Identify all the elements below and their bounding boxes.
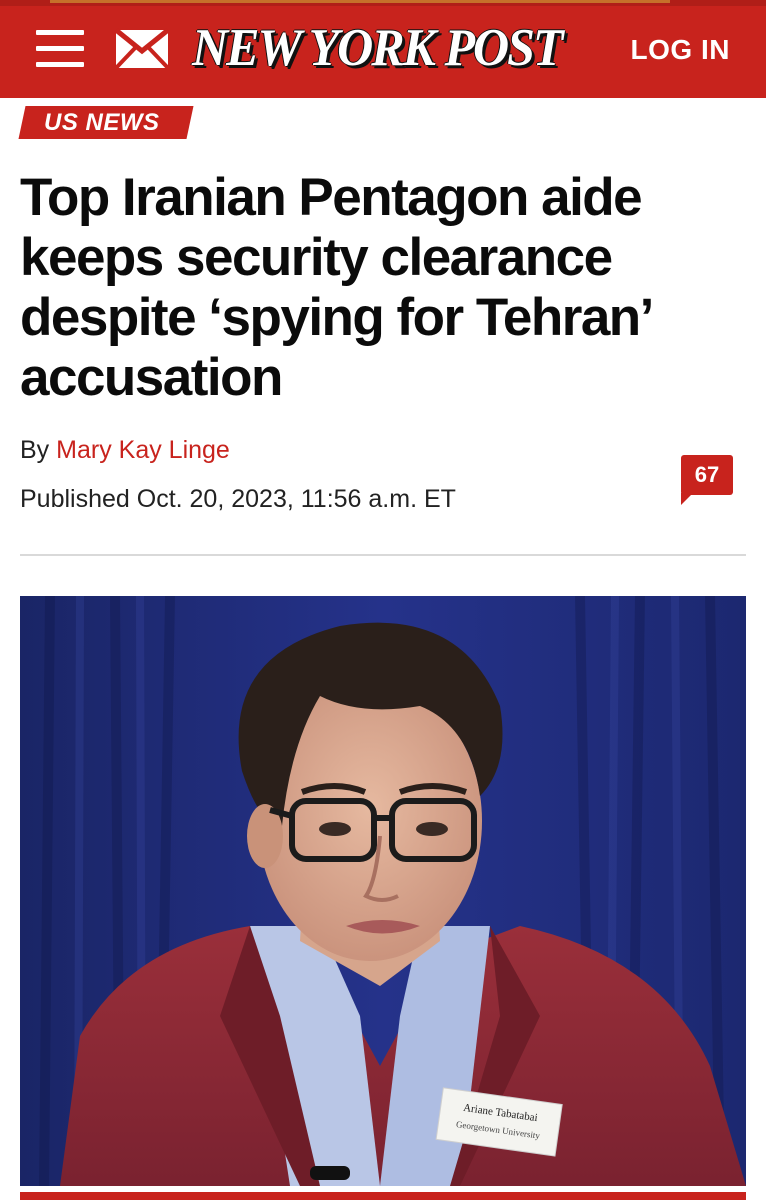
ticker-bar bbox=[50, 0, 670, 3]
article-headline: Top Iranian Pentagon aide keeps security… bbox=[20, 168, 651, 407]
comments-button[interactable]: 67 bbox=[681, 455, 733, 505]
logo-wordmark: NEW YORK POST bbox=[192, 17, 563, 77]
login-button[interactable]: LOG IN bbox=[631, 34, 730, 66]
divider bbox=[20, 554, 746, 556]
byline: By Mary Kay Linge bbox=[20, 436, 230, 465]
envelope-icon[interactable] bbox=[114, 27, 170, 71]
published-date: Published Oct. 20, 2023, 11:56 a.m. ET bbox=[20, 485, 456, 513]
header-top-strip bbox=[0, 0, 766, 6]
bottom-red-bar bbox=[20, 1192, 746, 1200]
byline-prefix: By bbox=[20, 436, 50, 464]
comment-bubble-tail bbox=[681, 493, 693, 505]
category-tag[interactable]: US NEWS bbox=[44, 109, 160, 137]
hamburger-menu-icon[interactable] bbox=[36, 30, 84, 70]
site-header: NEW YORK POST LOG IN bbox=[0, 0, 766, 98]
author-link[interactable]: Mary Kay Linge bbox=[56, 436, 230, 464]
comment-count: 67 bbox=[694, 462, 720, 487]
article-photo[interactable]: Ariane Tabatabai Georgetown University bbox=[20, 596, 746, 1186]
site-logo[interactable]: NEW YORK POST bbox=[192, 14, 563, 80]
